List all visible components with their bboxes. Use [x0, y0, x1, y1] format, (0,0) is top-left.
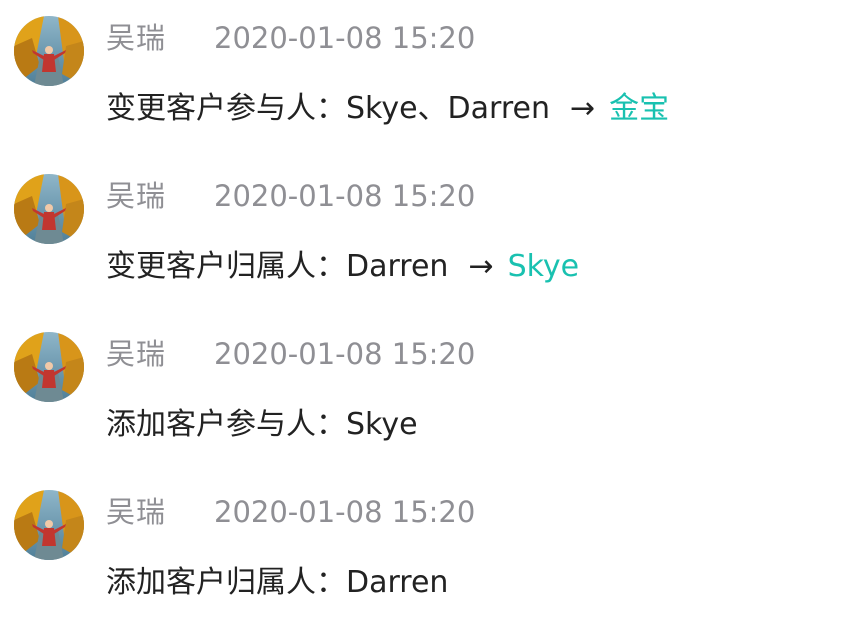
action-label: 添加客户参与人： — [106, 407, 346, 442]
log-entry: 吴瑞 2020-01-08 15:20 添加客户参与人：Skye — [0, 316, 846, 456]
timestamp: 2020-01-08 15:20 — [214, 337, 476, 371]
new-value: 金宝 — [609, 91, 670, 126]
change-message: 变更客户归属人：Darren → Skye — [106, 246, 579, 288]
timestamp: 2020-01-08 15:20 — [214, 179, 476, 213]
action-label: 变更客户参与人： — [106, 91, 346, 126]
new-value: Skye — [507, 249, 580, 284]
author-name: 吴瑞 — [106, 495, 167, 529]
timestamp: 2020-01-08 15:20 — [214, 21, 476, 55]
old-value: Skye、Darren — [346, 91, 550, 126]
old-value: Darren — [346, 249, 449, 284]
avatar[interactable] — [14, 490, 84, 560]
log-entry: 吴瑞 2020-01-08 15:20 变更客户参与人：Skye、Darren →… — [0, 0, 846, 140]
action-label: 变更客户归属人： — [106, 249, 346, 284]
arrow-icon: → — [468, 249, 494, 284]
author-name: 吴瑞 — [106, 337, 167, 371]
timestamp: 2020-01-08 15:20 — [214, 495, 476, 529]
avatar[interactable] — [14, 174, 84, 244]
avatar[interactable] — [14, 16, 84, 86]
action-label: 添加客户归属人： — [106, 565, 346, 600]
change-message: 变更客户参与人：Skye、Darren → 金宝 — [106, 88, 669, 130]
avatar[interactable] — [14, 332, 84, 402]
change-message: 添加客户参与人：Skye — [106, 404, 418, 446]
author-name: 吴瑞 — [106, 179, 167, 213]
log-entry: 吴瑞 2020-01-08 15:20 添加客户归属人：Darren — [0, 474, 846, 614]
author-name: 吴瑞 — [106, 21, 167, 55]
change-message: 添加客户归属人：Darren — [106, 562, 448, 604]
arrow-icon: → — [570, 91, 596, 126]
added-value: Darren — [346, 565, 449, 600]
log-entry: 吴瑞 2020-01-08 15:20 变更客户归属人：Darren → Skye — [0, 158, 846, 298]
added-value: Skye — [346, 407, 418, 442]
